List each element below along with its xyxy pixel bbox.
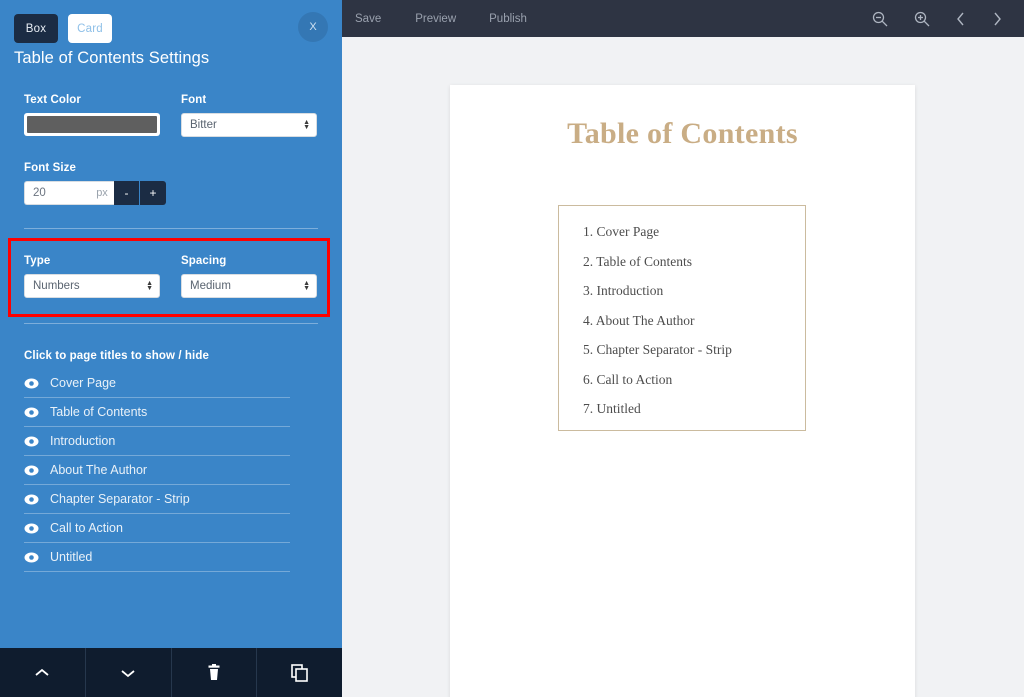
- close-icon: X: [309, 21, 317, 33]
- list-item[interactable]: Table of Contents: [24, 398, 290, 427]
- list-item-label: Cover Page: [50, 376, 117, 390]
- chevron-up-icon: [35, 668, 49, 676]
- zoom-out-icon[interactable]: [872, 11, 888, 27]
- type-field: Type Numbers ▲ ▼: [24, 255, 160, 298]
- font-size-label: Font Size: [24, 162, 77, 174]
- eye-icon[interactable]: [24, 552, 42, 563]
- tab-card-label: Card: [77, 22, 103, 35]
- preview-button[interactable]: Preview: [415, 13, 456, 25]
- font-select[interactable]: Bitter ▲ ▼: [181, 113, 317, 137]
- type-select[interactable]: Numbers ▲ ▼: [24, 274, 160, 298]
- chevron-updown-icon: ▲ ▼: [303, 119, 310, 131]
- settings-sidebar: Box Card X Table of Contents Settings Te…: [0, 0, 342, 697]
- eye-icon[interactable]: [24, 523, 42, 534]
- page-visibility-list: Cover Page Table of Contents Introductio…: [24, 369, 290, 572]
- close-panel-button[interactable]: X: [298, 12, 328, 42]
- font-size-input[interactable]: 20: [24, 181, 90, 205]
- spacing-select-value: Medium: [190, 280, 231, 292]
- list-item[interactable]: Introduction: [24, 427, 290, 456]
- delete-button[interactable]: [172, 648, 258, 697]
- font-size-stepper: 20 px - +: [24, 181, 166, 205]
- spacing-label: Spacing: [181, 255, 227, 267]
- zoom-in-icon[interactable]: [914, 11, 930, 27]
- list-item[interactable]: Untitled: [24, 543, 290, 572]
- chevron-updown-icon: ▲ ▼: [146, 280, 153, 292]
- font-select-value: Bitter: [190, 119, 217, 131]
- font-size-increment-button[interactable]: +: [140, 181, 166, 205]
- spacing-field: Spacing Medium ▲ ▼: [181, 255, 317, 298]
- view-mode-tabs: Box Card: [14, 14, 112, 43]
- previous-page-icon[interactable]: [956, 11, 966, 27]
- topbar-icon-group: [872, 11, 1002, 27]
- chevron-updown-icon: ▲ ▼: [303, 280, 310, 292]
- publish-button[interactable]: Publish: [489, 13, 527, 25]
- eye-icon[interactable]: [24, 378, 42, 389]
- save-button[interactable]: Save: [355, 13, 381, 25]
- tab-box[interactable]: Box: [14, 14, 58, 43]
- copy-icon: [291, 663, 308, 682]
- type-select-value: Numbers: [33, 280, 80, 292]
- trash-icon: [208, 664, 220, 680]
- font-size-decrement-button[interactable]: -: [114, 181, 140, 205]
- duplicate-button[interactable]: [257, 648, 342, 697]
- panel-title: Table of Contents Settings: [14, 49, 210, 67]
- text-color-label: Text Color: [24, 94, 82, 106]
- top-toolbar: Save Preview Publish: [342, 0, 1024, 37]
- pages-hint: Click to page titles to show / hide: [24, 350, 209, 362]
- chevron-down-icon: [121, 669, 135, 677]
- type-label: Type: [24, 255, 51, 267]
- list-item-label: Table of Contents: [50, 405, 148, 419]
- eye-icon[interactable]: [24, 465, 42, 476]
- toc-block[interactable]: 1. Cover Page 2. Table of Contents 3. In…: [558, 205, 806, 431]
- list-item-label: Introduction: [50, 434, 116, 448]
- list-item-label: Call to Action: [50, 521, 123, 535]
- toc-entry: 2. Table of Contents: [583, 253, 693, 269]
- list-item-label: Chapter Separator - Strip: [50, 492, 190, 506]
- move-down-button[interactable]: [86, 648, 172, 697]
- tab-box-label: Box: [25, 22, 47, 35]
- text-color-field: Text Color: [24, 94, 160, 136]
- page-title[interactable]: Table of Contents: [450, 117, 915, 151]
- eye-icon[interactable]: [24, 494, 42, 505]
- list-item[interactable]: Call to Action: [24, 514, 290, 543]
- spacing-select[interactable]: Medium ▲ ▼: [181, 274, 317, 298]
- font-label: Font: [181, 94, 207, 106]
- list-item-label: Untitled: [50, 550, 93, 564]
- list-item[interactable]: Cover Page: [24, 369, 290, 398]
- toc-entry: 3. Introduction: [583, 283, 664, 298]
- document-canvas: Table of Contents 1. Cover Page 2. Table…: [342, 37, 1024, 697]
- toc-entry: 5. Chapter Separator - Strip: [583, 342, 732, 357]
- element-actions-toolbar: [0, 648, 342, 697]
- font-size-unit: px: [90, 181, 114, 205]
- list-item[interactable]: About The Author: [24, 456, 290, 485]
- move-up-button[interactable]: [0, 648, 86, 697]
- toc-entry: 4. About The Author: [583, 312, 695, 328]
- toc-entry: 1. Cover Page: [583, 224, 660, 239]
- toc-entry: 6. Call to Action: [583, 371, 673, 387]
- tab-card[interactable]: Card: [68, 14, 112, 43]
- toc-list: 1. Cover Page 2. Table of Contents 3. In…: [559, 206, 805, 417]
- divider-top: [24, 228, 318, 229]
- font-field: Font Bitter ▲ ▼: [181, 94, 317, 137]
- divider-bottom: [24, 323, 318, 324]
- text-color-picker[interactable]: [24, 113, 160, 136]
- font-size-field: Font Size 20 px - +: [24, 162, 166, 205]
- eye-icon[interactable]: [24, 436, 42, 447]
- list-item-label: About The Author: [50, 463, 148, 477]
- eye-icon[interactable]: [24, 407, 42, 418]
- text-color-swatch: [27, 116, 157, 133]
- editor-root: Box Card X Table of Contents Settings Te…: [0, 0, 1024, 697]
- document-page[interactable]: Table of Contents 1. Cover Page 2. Table…: [450, 85, 915, 697]
- next-page-icon[interactable]: [992, 11, 1002, 27]
- list-item[interactable]: Chapter Separator - Strip: [24, 485, 290, 514]
- toc-entry: 7. Untitled: [583, 401, 641, 416]
